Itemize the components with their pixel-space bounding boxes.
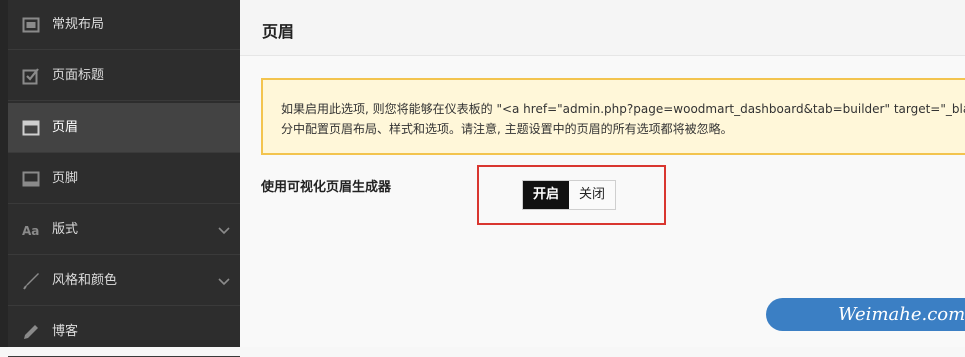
sidebar-item-blog[interactable]: 博客 [8, 307, 240, 357]
chevron-down-icon[interactable] [218, 224, 230, 236]
info-notice: 如果启用此选项, 则您将能够在仪表板的 "<a href="admin.php?… [261, 78, 965, 155]
sidebar-item-style-colors[interactable]: 风格和颜色 [8, 256, 240, 306]
sidebar: 常规布局 页面标题 页眉 页脚 Aa 版式 风格和颜色 博客 [0, 0, 240, 357]
page-title: 页眉 [262, 22, 295, 41]
sidebar-item-label: 博客 [52, 324, 79, 339]
chevron-down-icon[interactable] [218, 275, 230, 287]
footer-window-icon [22, 171, 40, 187]
notice-line-2: 分中配置页眉布局、样式和选项。请注意, 主题设置中的页眉的所有选项都将被忽略。 [281, 122, 733, 136]
sidebar-item-label: 风格和颜色 [52, 273, 118, 288]
layout-icon [22, 17, 40, 33]
sidebar-item-header[interactable]: 页眉 [8, 103, 240, 153]
main-panel: 页眉 如果启用此选项, 则您将能够在仪表板的 "<a href="admin.p… [240, 0, 965, 347]
notice-line-1: 如果启用此选项, 则您将能够在仪表板的 "<a href="admin.php?… [281, 102, 965, 116]
sidebar-item-label: 版式 [52, 222, 79, 237]
notice-text: 如果启用此选项, 则您将能够在仪表板的 "<a href="admin.php?… [281, 99, 965, 139]
sidebar-item-label: 页眉 [52, 120, 79, 135]
header-window-icon [22, 120, 40, 136]
watermark-badge: Weimahe.com [766, 298, 965, 331]
sidebar-item-general-layout[interactable]: 常规布局 [8, 0, 240, 50]
sidebar-item-label: 常规布局 [52, 17, 105, 32]
sidebar-item-typography[interactable]: Aa 版式 [8, 205, 240, 255]
toggle-on-button[interactable]: 开启 [523, 181, 570, 209]
visual-header-builder-label: 使用可视化页眉生成器 [261, 180, 392, 195]
sidebar-item-footer[interactable]: 页脚 [8, 154, 240, 204]
brush-icon [23, 273, 39, 290]
checkbox-icon [22, 68, 39, 85]
pencil-icon [24, 325, 38, 339]
toggle-off-button[interactable]: 关闭 [569, 181, 616, 209]
sidebar-strip [0, 0, 8, 347]
section-header: 页眉 [240, 0, 965, 56]
sidebar-item-label: 页脚 [52, 171, 79, 186]
sidebar-item-page-title[interactable]: 页面标题 [8, 51, 240, 101]
sidebar-item-label: 页面标题 [52, 68, 105, 83]
header-builder-toggle[interactable]: 开启 关闭 [522, 180, 617, 210]
typography-icon: Aa [22, 224, 39, 238]
svg-text:Aa: Aa [22, 224, 39, 238]
